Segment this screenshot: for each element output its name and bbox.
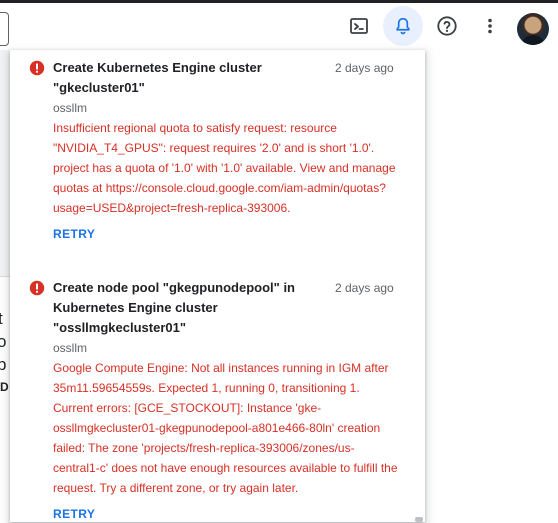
notification-title: Create Kubernetes Engine cluster "gkeclu…	[53, 60, 262, 95]
cloud-shell-button[interactable]	[339, 6, 379, 46]
background-text-fragment: D	[0, 380, 9, 394]
error-icon	[29, 280, 45, 296]
more-vert-icon	[488, 18, 492, 34]
notification-error-message: Google Compute Engine: Not all instances…	[53, 361, 398, 495]
top-toolbar	[0, 3, 558, 50]
panel-scrollbar[interactable]	[413, 50, 425, 522]
background-text-fragment: t	[0, 309, 3, 328]
page-background-right	[425, 50, 558, 522]
scrollbar-thumb[interactable]	[415, 517, 423, 522]
notification-title: Create node pool "gkegpunodepool" in Kub…	[53, 280, 295, 335]
help-button[interactable]	[427, 6, 467, 46]
help-icon	[437, 16, 457, 36]
bell-icon	[396, 17, 410, 35]
account-avatar[interactable]	[517, 13, 549, 45]
notifications-button[interactable]	[383, 6, 423, 46]
notification-error-message: Insufficient regional quota to satisfy r…	[53, 121, 396, 215]
terminal-icon	[350, 18, 368, 34]
retry-button[interactable]: RETRY	[53, 504, 95, 522]
notification-time: 2 days ago	[335, 281, 394, 295]
notifications-panel: Create Kubernetes Engine cluster "gkeclu…	[10, 50, 425, 522]
background-text-fragment: o	[0, 332, 7, 351]
error-icon	[29, 60, 45, 76]
more-options-button[interactable]	[470, 6, 510, 46]
background-text-fragment: p	[0, 355, 7, 374]
retry-button[interactable]: RETRY	[53, 224, 95, 244]
notification-time: 2 days ago	[335, 61, 394, 75]
notification-project: ossllm	[53, 101, 88, 115]
search-box-edge[interactable]	[0, 12, 9, 46]
notification-project: ossllm	[53, 341, 88, 355]
avatar-figure	[521, 35, 545, 45]
